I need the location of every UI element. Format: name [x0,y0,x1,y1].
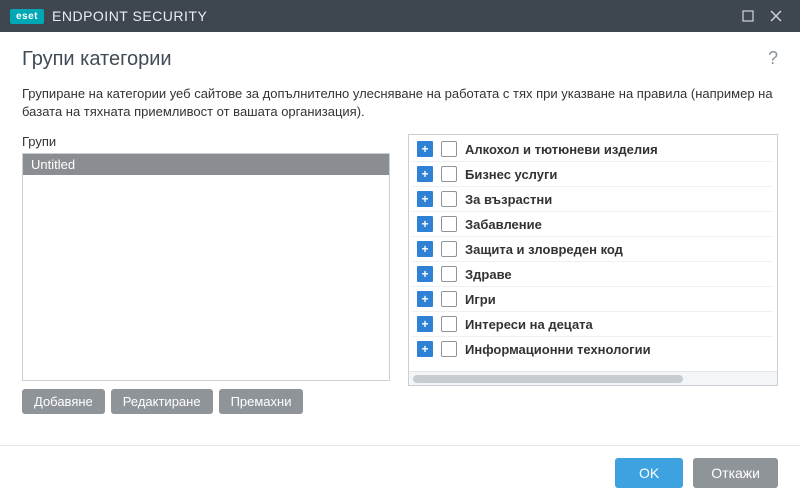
close-icon [770,10,782,22]
list-item[interactable]: Untitled [23,154,389,175]
category-row: + За възрастни [411,187,773,212]
expand-icon[interactable]: + [417,216,433,232]
horizontal-scrollbar[interactable] [409,371,777,385]
expand-icon[interactable]: + [417,341,433,357]
cancel-button[interactable]: Откажи [693,458,778,488]
category-label: Интереси на децата [465,317,593,332]
category-label: Здраве [465,267,512,282]
category-checkbox[interactable] [441,316,457,332]
category-label: Защита и зловреден код [465,242,623,257]
category-checkbox[interactable] [441,141,457,157]
category-label: Забавление [465,217,542,232]
category-checkbox[interactable] [441,241,457,257]
category-label: Игри [465,292,496,307]
category-label: Информационни технологии [465,342,651,357]
edit-button[interactable]: Редактиране [111,389,213,414]
minimize-icon [742,10,754,22]
groups-list[interactable]: Untitled [22,153,390,381]
category-checkbox[interactable] [441,216,457,232]
product-name-light: ENDPOINT [52,8,132,24]
page-title: Групи категории [22,48,768,71]
expand-icon[interactable]: + [417,191,433,207]
expand-icon[interactable]: + [417,166,433,182]
category-row: + Интереси на децата [411,312,773,337]
minimize-button[interactable] [734,2,762,30]
add-button[interactable]: Добавяне [22,389,105,414]
product-name-bold: SECURITY [133,8,208,24]
category-row: + Игри [411,287,773,312]
category-row: + Защита и зловреден код [411,237,773,262]
close-button[interactable] [762,2,790,30]
product-name: ENDPOINT SECURITY [52,8,207,24]
category-label: За възрастни [465,192,552,207]
dialog-footer: OK Откажи [0,445,800,500]
expand-icon[interactable]: + [417,266,433,282]
expand-icon[interactable]: + [417,241,433,257]
category-label: Бизнес услуги [465,167,557,182]
groups-label: Групи [22,134,390,149]
categories-scroll[interactable]: + Алкохол и тютюневи изделия + Бизнес услуг… [409,135,777,371]
expand-icon[interactable]: + [417,141,433,157]
category-checkbox[interactable] [441,341,457,357]
page-description: Групиране на категории уеб сайтове за до… [22,85,778,120]
category-checkbox[interactable] [441,266,457,282]
expand-icon[interactable]: + [417,291,433,307]
category-checkbox[interactable] [441,166,457,182]
help-icon[interactable]: ? [768,48,778,69]
category-row: + Здраве [411,262,773,287]
title-bar: eset ENDPOINT SECURITY [0,0,800,32]
ok-button[interactable]: OK [615,458,683,488]
category-checkbox[interactable] [441,291,457,307]
expand-icon[interactable]: + [417,316,433,332]
category-row: + Алкохол и тютюневи изделия [411,137,773,162]
brand-badge: eset [10,9,44,24]
category-row: + Информационни технологии [411,337,773,361]
category-row: + Бизнес услуги [411,162,773,187]
remove-button[interactable]: Премахни [219,389,304,414]
category-checkbox[interactable] [441,191,457,207]
category-row: + Забавление [411,212,773,237]
category-label: Алкохол и тютюневи изделия [465,142,658,157]
categories-panel: + Алкохол и тютюневи изделия + Бизнес услуг… [408,134,778,386]
